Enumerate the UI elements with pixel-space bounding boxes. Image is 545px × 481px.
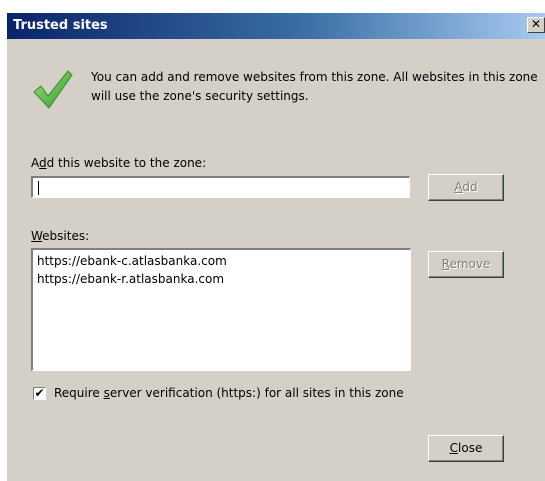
text-caret: [38, 181, 39, 195]
title-bar[interactable]: Trusted sites ✕: [7, 13, 545, 39]
green-checkmark-icon: [33, 70, 73, 109]
close-window-button[interactable]: ✕: [527, 17, 545, 33]
trusted-sites-dialog: Trusted sites ✕ You can add and remove w…: [7, 13, 545, 481]
require-verification-label[interactable]: Require server verification (https:) for…: [54, 386, 404, 400]
list-item[interactable]: https://ebank-r.atlasbanka.com: [37, 270, 406, 288]
zone-info-text: You can add and remove websites from thi…: [91, 70, 538, 103]
checkmark-icon: ✔: [34, 386, 45, 400]
close-button[interactable]: Close: [428, 435, 504, 462]
window-title: Trusted sites: [13, 18, 108, 33]
websites-list[interactable]: https://ebank-c.atlasbanka.com https://e…: [31, 248, 411, 371]
add-button[interactable]: Add: [428, 174, 504, 201]
list-item[interactable]: https://ebank-c.atlasbanka.com: [37, 252, 406, 270]
require-verification-checkbox[interactable]: ✔: [33, 387, 46, 400]
add-website-label: Add this website to the zone:: [31, 156, 207, 170]
websites-label: Websites:: [31, 229, 90, 243]
close-icon: ✕: [530, 17, 542, 31]
remove-button[interactable]: Remove: [428, 251, 504, 278]
add-website-input[interactable]: [31, 176, 410, 198]
